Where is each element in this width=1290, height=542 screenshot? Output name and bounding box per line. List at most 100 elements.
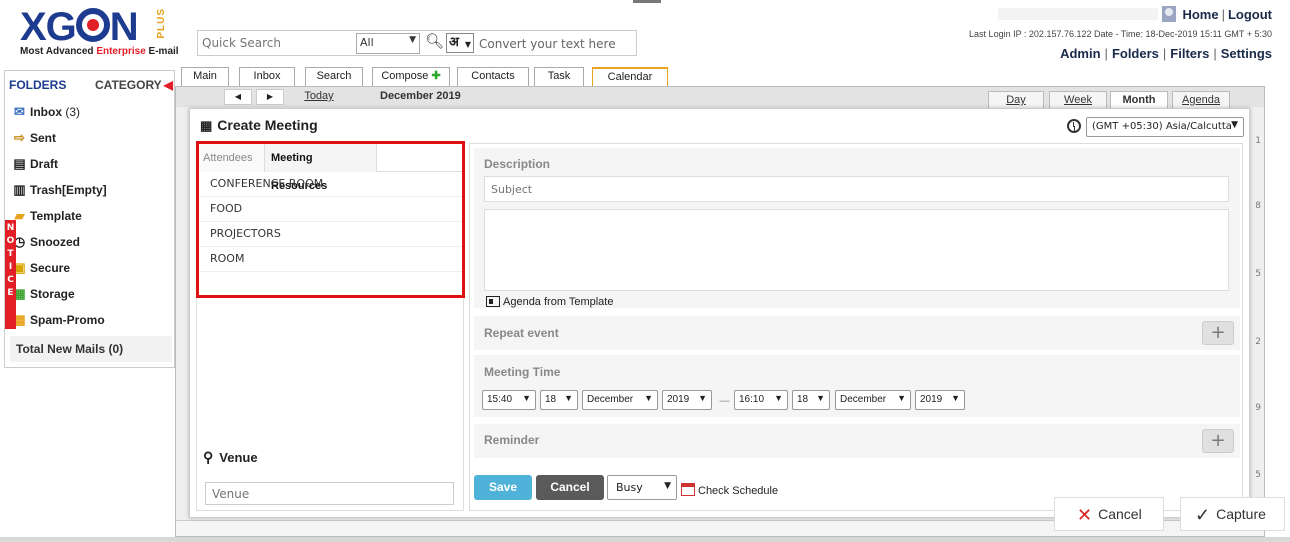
logo-o-icon <box>75 8 110 42</box>
view-agenda-button[interactable]: Agenda <box>1172 91 1230 109</box>
end-day-select[interactable]: 18 ▼ <box>792 390 830 410</box>
plus-icon: ✚ <box>431 70 441 82</box>
logout-link[interactable]: Logout <box>1228 7 1272 22</box>
folders-heading[interactable]: FOLDERS <box>9 78 66 92</box>
settings-link[interactable]: Settings <box>1221 46 1272 61</box>
repeat-section: Repeat event + <box>474 316 1240 350</box>
tab-contacts[interactable]: Contacts <box>457 67 529 86</box>
convert-text-input[interactable]: Convert your text here <box>479 37 616 51</box>
tab-search[interactable]: Search <box>305 67 363 86</box>
tagline-prefix: Most Advanced <box>20 46 97 57</box>
user-email-redacted <box>998 8 1159 20</box>
timezone-select[interactable]: (GMT +05:30) Asia/Calcutta ▼ <box>1086 117 1244 137</box>
chevron-down-icon: ▼ <box>564 393 573 403</box>
sidebar-item-spam-promo[interactable]: ▩ Spam-Promo <box>11 312 104 328</box>
sidebar-item-sent[interactable]: ⇨ Sent <box>11 130 56 146</box>
category-label: CATEGORY <box>95 78 162 92</box>
tab-inbox[interactable]: Inbox <box>239 67 295 86</box>
prev-month-button[interactable]: ◀ <box>224 89 252 105</box>
view-month-button[interactable]: Month <box>1110 91 1168 109</box>
capture-cancel-label: Cancel <box>1098 506 1142 522</box>
tab-task[interactable]: Task <box>534 67 584 86</box>
folder-count: (3) <box>65 105 81 119</box>
sidebar-item-snoozed[interactable]: ◷ Snoozed <box>11 234 80 250</box>
dialog-title: ▦ Create Meeting <box>200 117 318 134</box>
sidebar-item-storage[interactable]: ▦ Storage <box>11 286 74 302</box>
search-scope-select[interactable]: All ▼ <box>356 33 420 54</box>
availability-select[interactable]: Busy ▼ <box>607 475 677 500</box>
end-year-select[interactable]: 2019 ▼ <box>915 390 965 410</box>
resource-item[interactable]: ROOM <box>197 247 463 272</box>
folders-link[interactable]: Folders <box>1112 46 1159 61</box>
agenda-from-template-link[interactable]: Agenda from Template <box>486 296 613 308</box>
search-icon[interactable]: 🔍︎ <box>425 32 444 50</box>
today-button[interactable]: Today <box>284 90 354 102</box>
repeat-add-button[interactable]: + <box>1202 321 1234 345</box>
calendar-date-number: 8 <box>1255 201 1261 211</box>
check-schedule-link[interactable]: Check Schedule <box>681 483 778 497</box>
notice-label: NOTICE <box>6 223 15 298</box>
folder-label: Snoozed <box>30 235 80 249</box>
save-button[interactable]: Save <box>474 475 532 500</box>
separator: | <box>1162 46 1167 61</box>
capture-button[interactable]: ✓ Capture <box>1180 497 1285 531</box>
tab-compose[interactable]: Compose ✚ <box>372 67 450 86</box>
venue-input[interactable] <box>205 482 454 505</box>
home-link[interactable]: Home <box>1182 7 1218 22</box>
logo-wordmark: XG N <box>20 5 139 49</box>
reminder-add-button[interactable]: + <box>1202 429 1234 453</box>
meeting-details-panel: Description Agenda from Template Repeat … <box>469 143 1243 511</box>
search-scope-value: All <box>360 36 374 49</box>
notice-tab[interactable]: NOTICE <box>5 220 16 329</box>
end-time-select[interactable]: 16:10 ▼ <box>734 390 788 410</box>
sidebar-item-draft[interactable]: ▤ Draft <box>11 156 58 172</box>
create-meeting-dialog: ▦ Create Meeting (GMT +05:30) Asia/Calcut… <box>189 108 1250 518</box>
tab-compose-label: Compose <box>381 70 429 82</box>
end-month-select[interactable]: December ▼ <box>835 390 911 410</box>
top-edge-marker <box>633 0 661 3</box>
resource-item[interactable]: FOOD <box>197 197 463 222</box>
start-month-select[interactable]: December ▼ <box>582 390 658 410</box>
checkmark-icon: ✓ <box>1195 505 1211 525</box>
filters-link[interactable]: Filters <box>1170 46 1209 61</box>
description-textarea[interactable] <box>484 209 1229 291</box>
sidebar-item-template[interactable]: ▰ Template <box>11 208 82 224</box>
category-heading[interactable]: CATEGORY ◀ <box>95 78 173 92</box>
cancel-button[interactable]: Cancel <box>536 475 604 500</box>
view-week-button[interactable]: Week <box>1049 91 1107 109</box>
chevron-down-icon: ▼ <box>774 393 783 403</box>
close-icon: ✕ <box>1077 505 1093 525</box>
folder-label: Inbox <box>30 105 62 119</box>
sidebar-item-secure[interactable]: ▣ Secure <box>11 260 70 276</box>
resource-item[interactable]: PROJECTORS <box>197 222 463 247</box>
start-day-select[interactable]: 18 ▼ <box>540 390 578 410</box>
location-pin-icon: ⚲ <box>203 449 214 465</box>
language-select[interactable]: अ ▼ <box>446 33 474 53</box>
reminder-label: Reminder <box>484 433 540 447</box>
start-time-select[interactable]: 15:40 ▼ <box>482 390 536 410</box>
capture-cancel-button[interactable]: ✕ Cancel <box>1054 497 1164 531</box>
view-day-button[interactable]: Day <box>988 91 1044 109</box>
calendar-date-number: 2 <box>1255 337 1261 347</box>
meeting-time-section: Meeting Time 15:40 ▼ 18 ▼ December ▼ 2019 ▼ … <box>474 355 1240 417</box>
description-section: Description Agenda from Template <box>474 148 1240 308</box>
last-login-info: Last Login IP : 202.157.76.122 Date - Ti… <box>969 29 1272 39</box>
collapse-icon[interactable]: ◀ <box>164 78 173 92</box>
tab-meeting-resources[interactable]: Meeting Resources <box>265 144 377 192</box>
quick-search-input[interactable] <box>200 33 350 53</box>
admin-link[interactable]: Admin <box>1060 46 1100 61</box>
timezone-value: (GMT +05:30) Asia/Calcutta <box>1092 121 1232 132</box>
chevron-down-icon: ▼ <box>897 393 906 403</box>
bottom-scrollbar[interactable] <box>0 537 1290 542</box>
subject-input[interactable] <box>484 176 1229 202</box>
next-month-button[interactable]: ▶ <box>256 89 284 105</box>
tab-calendar[interactable]: Calendar <box>592 67 668 87</box>
description-label: Description <box>484 157 551 171</box>
sidebar-item-trash[interactable]: ▥ Trash[Empty] <box>11 182 106 198</box>
folder-label: Draft <box>30 157 59 171</box>
resource-item[interactable]: CONFERENCE ROOM <box>197 172 463 197</box>
tab-attendees[interactable]: Attendees <box>197 144 265 172</box>
start-year-select[interactable]: 2019 ▼ <box>662 390 712 410</box>
sidebar-item-inbox[interactable]: ✉ Inbox (3) <box>11 104 80 120</box>
tab-main[interactable]: Main <box>181 67 229 86</box>
